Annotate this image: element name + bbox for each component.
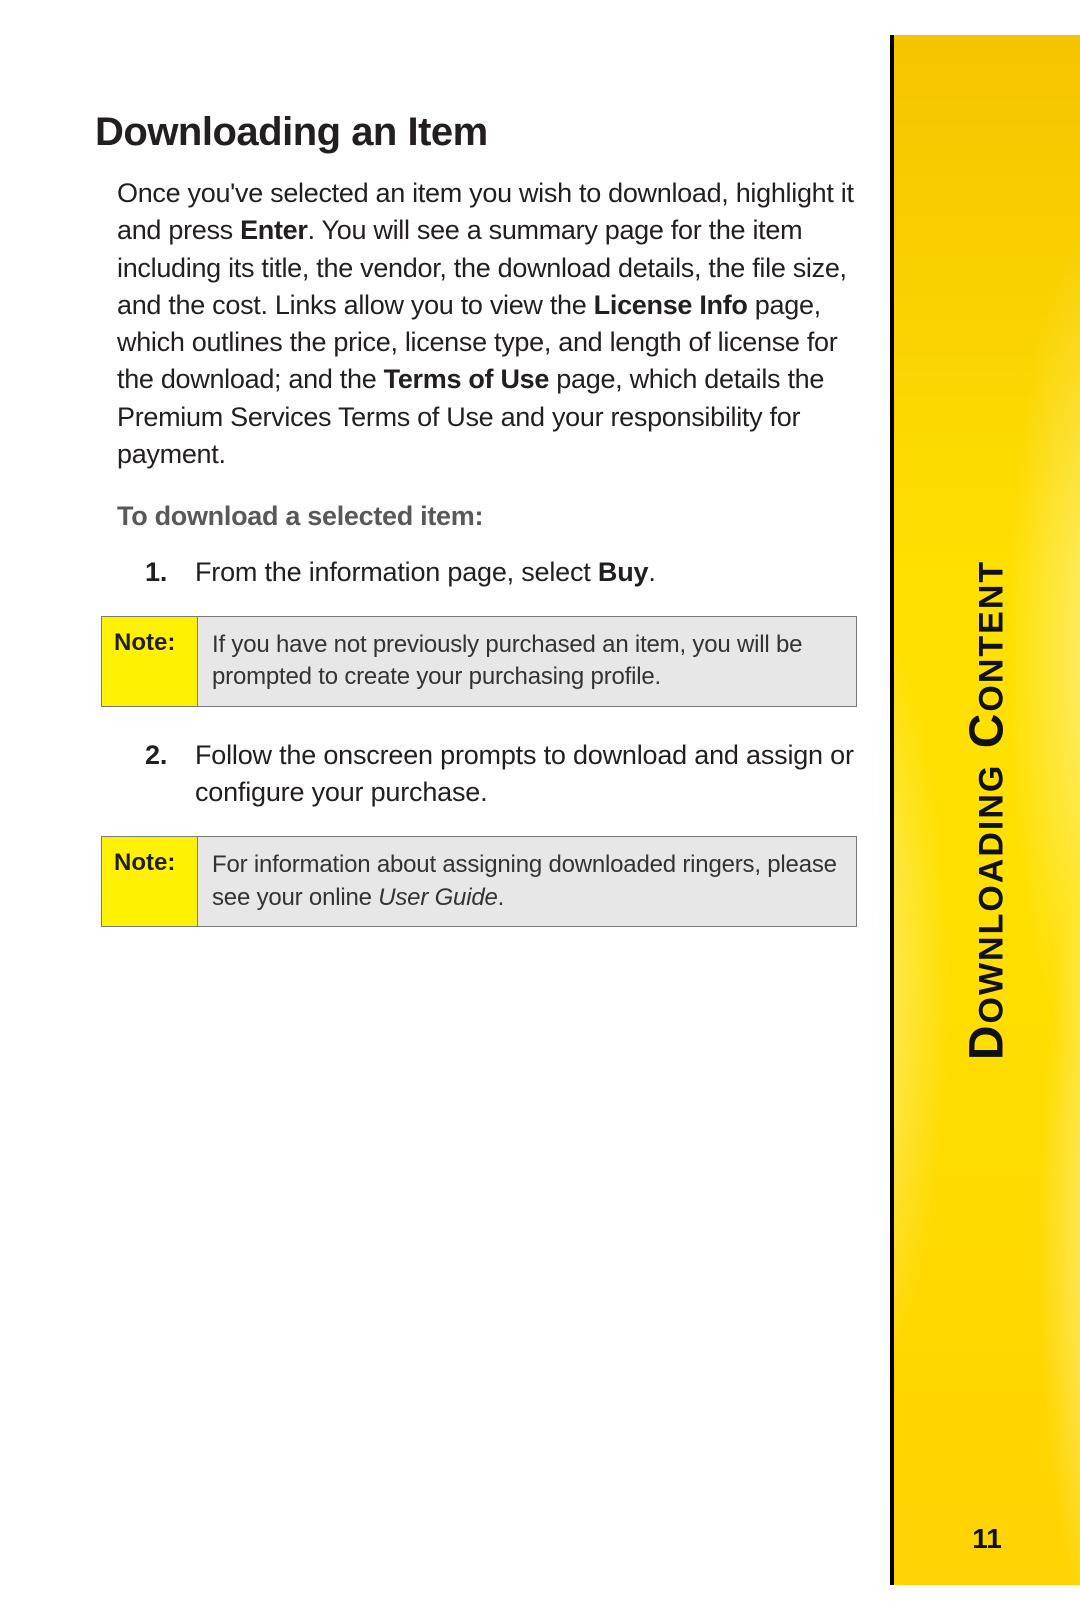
note-box: Note: If you have not previously purchas… <box>101 616 857 707</box>
steps-list: 2. Follow the onscreen prompts to downlo… <box>145 737 865 813</box>
list-item: 2. Follow the onscreen prompts to downlo… <box>145 737 865 813</box>
step-text-segment: . <box>648 557 655 587</box>
step-bold-buy: Buy <box>598 557 648 587</box>
step-text-segment: Follow the onscreen prompts to download … <box>195 740 854 808</box>
section-side-tab: Downloading Content 11 <box>890 35 1080 1585</box>
note-box: Note: For information about assigning do… <box>101 836 857 927</box>
intro-bold-terms-of-use: Terms of Use <box>384 364 549 394</box>
step-text: Follow the onscreen prompts to download … <box>195 737 865 813</box>
step-number: 2. <box>145 737 195 813</box>
intro-bold-enter: Enter <box>240 215 308 245</box>
note-italic-user-guide: User Guide <box>378 884 497 911</box>
document-page: Downloading Content 11 Downloading an It… <box>0 0 1080 1620</box>
note-text-segment: If you have not previously purchased an … <box>212 631 802 690</box>
step-text: From the information page, select Buy. <box>195 554 656 592</box>
page-heading: Downloading an Item <box>95 110 865 155</box>
note-label: Note: <box>102 837 198 926</box>
intro-bold-license-info: License Info <box>594 290 748 320</box>
note-text-segment: . <box>498 884 504 911</box>
steps-list: 1. From the information page, select Buy… <box>145 554 865 592</box>
intro-paragraph: Once you've selected an item you wish to… <box>117 175 865 473</box>
note-text: If you have not previously purchased an … <box>198 617 856 706</box>
note-text: For information about assigning download… <box>198 837 856 926</box>
section-label: Downloading Content <box>960 560 1015 1060</box>
list-item: 1. From the information page, select Buy… <box>145 554 865 592</box>
page-content: Downloading an Item Once you've selected… <box>95 110 865 957</box>
step-text-segment: From the information page, select <box>195 557 598 587</box>
note-label: Note: <box>102 617 198 706</box>
step-number: 1. <box>145 554 195 592</box>
page-number: 11 <box>894 1523 1080 1555</box>
procedure-subheading: To download a selected item: <box>117 501 865 532</box>
note-text-segment: For information about assigning download… <box>212 851 837 910</box>
